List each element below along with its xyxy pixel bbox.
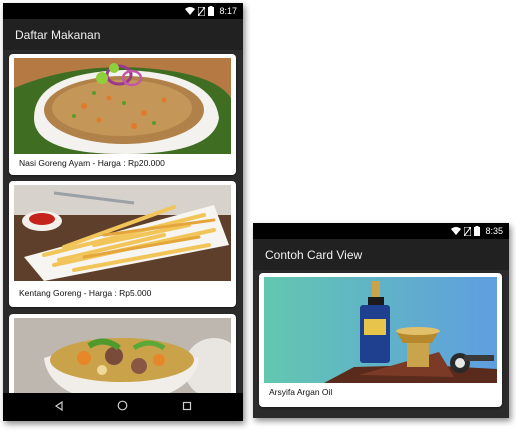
home-icon[interactable] — [117, 398, 128, 416]
app-bar: Contoh Card View — [253, 239, 509, 270]
food-card[interactable]: Nasi Goreng Ayam - Harga : Rp20.000 — [9, 54, 236, 175]
french-fries-photo — [14, 185, 231, 281]
app-bar: Daftar Makanan — [3, 19, 243, 50]
no-sim-icon — [198, 6, 206, 16]
phone-screen-daftar-makanan: 8:17 Daftar Makanan Nasi Goreng Ayam - H… — [3, 3, 243, 421]
argan-oil-photo — [264, 277, 497, 383]
status-bar: 8:35 — [253, 223, 509, 239]
phone-screen-contoh-card-view: 8:35 Contoh Card View Arsyifa Argan Oil — [253, 223, 509, 418]
card-container: Arsyifa Argan Oil — [253, 270, 509, 418]
product-card[interactable]: Arsyifa Argan Oil — [259, 273, 502, 407]
food-card[interactable] — [9, 314, 236, 393]
card-caption: Nasi Goreng Ayam - Harga : Rp20.000 — [19, 158, 165, 168]
battery-icon — [208, 6, 215, 16]
navigation-bar — [3, 393, 243, 421]
card-caption: Arsyifa Argan Oil — [269, 387, 333, 397]
status-time: 8:35 — [485, 226, 503, 236]
battery-icon — [474, 226, 481, 236]
fried-rice-photo — [14, 58, 231, 154]
no-sim-icon — [464, 226, 472, 236]
wifi-icon — [185, 7, 196, 15]
status-time: 8:17 — [219, 6, 237, 16]
back-icon[interactable] — [54, 398, 64, 416]
app-title: Daftar Makanan — [15, 27, 101, 42]
card-caption: Kentang Goreng - Harga : Rp5.000 — [19, 288, 152, 298]
wifi-icon — [451, 227, 462, 235]
recents-icon[interactable] — [182, 398, 192, 416]
soup-photo — [14, 318, 231, 393]
card-list[interactable]: Nasi Goreng Ayam - Harga : Rp20.000 Kent… — [3, 50, 243, 393]
food-card[interactable]: Kentang Goreng - Harga : Rp5.000 — [9, 181, 236, 307]
status-bar: 8:17 — [3, 3, 243, 19]
app-title: Contoh Card View — [265, 247, 363, 262]
